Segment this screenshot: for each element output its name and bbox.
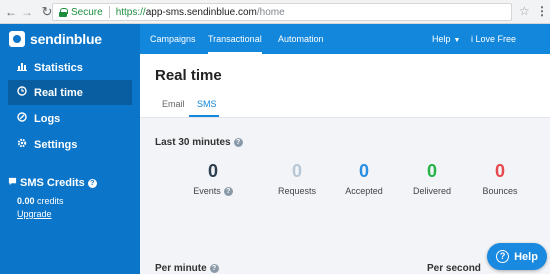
- page-header: Real time Email SMS: [140, 54, 550, 118]
- stat-delivered: 0 Delivered: [397, 161, 467, 196]
- gear-icon: [17, 138, 27, 151]
- top-navigation: Campaigns Transactional Automation Help ▼…: [140, 24, 550, 74]
- url-host: app-sms.sendinblue.com: [145, 6, 257, 18]
- stat-value: 0: [291, 161, 302, 181]
- stat-label: Delivered: [412, 186, 452, 196]
- help-question-icon[interactable]: ?: [233, 138, 243, 147]
- stat-value: 0: [358, 161, 369, 181]
- sms-credits-title: SMS Credits ?: [8, 177, 97, 189]
- help-question-icon[interactable]: ?: [223, 186, 233, 196]
- address-bar[interactable]: Secure https:// app-sms.sendinblue.com /…: [52, 3, 512, 21]
- lock-icon: [59, 7, 68, 17]
- page-title: Real time: [155, 67, 222, 84]
- help-question-icon[interactable]: ?: [209, 264, 219, 273]
- stat-label-text: Events: [193, 186, 221, 196]
- nav-campaigns[interactable]: Campaigns: [150, 24, 196, 54]
- stat-value: 0: [494, 161, 505, 181]
- sendinblue-logo-icon: [9, 31, 25, 47]
- main-content: Real time Email SMS Last 30 minutes ? 0 …: [140, 54, 550, 274]
- per-minute-label: Per minute: [155, 263, 207, 274]
- brand-name: sendinblue: [30, 31, 102, 47]
- stat-value: 0: [207, 161, 218, 181]
- help-button-label: Help: [514, 250, 538, 263]
- sms-credits-label: SMS Credits: [20, 177, 85, 189]
- per-second-title: Per second: [427, 263, 481, 274]
- question-icon: ?: [496, 250, 510, 263]
- help-question-icon[interactable]: ?: [87, 178, 97, 188]
- clock-icon: [17, 86, 27, 99]
- back-arrow-icon[interactable]: ←: [4, 3, 18, 21]
- credits-unit: credits: [34, 196, 64, 206]
- help-menu[interactable]: Help ▼: [432, 24, 460, 54]
- stat-requests: 0 Requests: [262, 161, 332, 196]
- forward-arrow-icon[interactable]: →: [20, 3, 34, 21]
- browser-toolbar: ← → ↻ Secure https:// app-sms.sendinblue…: [0, 0, 550, 24]
- last-30-minutes-title: Last 30 minutes ?: [155, 137, 243, 148]
- stat-bounces: 0 Bounces: [465, 161, 535, 196]
- sidebar-item-label: Settings: [34, 138, 78, 151]
- upgrade-link[interactable]: Upgrade: [17, 209, 52, 219]
- logs-icon: [17, 112, 27, 125]
- tab-sms[interactable]: SMS: [197, 99, 217, 109]
- sidebar-item-logs[interactable]: Logs: [8, 106, 132, 131]
- tab-email[interactable]: Email: [162, 99, 185, 109]
- sidebar: sendinblue Statistics Real time Logs Set…: [0, 24, 140, 274]
- sidebar-item-settings[interactable]: Settings: [8, 132, 132, 157]
- chevron-down-icon: ▼: [453, 37, 461, 44]
- stat-value: 0: [426, 161, 437, 181]
- stat-label: Bounces: [482, 186, 518, 196]
- stat-label: Accepted: [345, 186, 383, 196]
- nav-transactional[interactable]: Transactional: [208, 24, 262, 54]
- url-path: /home: [256, 6, 285, 18]
- active-tab-indicator: [189, 115, 219, 117]
- sms-icon: [8, 177, 17, 189]
- account-menu[interactable]: i Love Free Software▼: [471, 24, 550, 74]
- brand[interactable]: sendinblue: [0, 24, 140, 54]
- per-minute-title: Per minute ?: [155, 263, 219, 274]
- nav-automation[interactable]: Automation: [278, 24, 324, 54]
- stat-label: Events?: [178, 186, 248, 196]
- bookmark-star-icon[interactable]: ☆: [519, 4, 530, 18]
- bar-chart-icon: [17, 62, 27, 74]
- sidebar-item-label: Statistics: [34, 61, 83, 74]
- stat-accepted: 0 Accepted: [329, 161, 399, 196]
- sidebar-item-label: Logs: [34, 112, 61, 125]
- per-second-label: Per second: [427, 263, 481, 274]
- sidebar-item-statistics[interactable]: Statistics: [8, 55, 132, 80]
- help-menu-label: Help: [432, 34, 451, 44]
- stat-events: 0 Events?: [178, 161, 248, 196]
- address-divider: [108, 6, 110, 18]
- secure-label: Secure: [71, 6, 103, 18]
- sidebar-item-label: Real time: [34, 86, 83, 99]
- sidebar-item-real-time[interactable]: Real time: [8, 80, 132, 105]
- last-30-minutes-label: Last 30 minutes: [155, 137, 231, 148]
- stat-label: Requests: [277, 186, 317, 196]
- browser-menu-icon[interactable]: ⋮: [536, 4, 548, 18]
- url-scheme: https://: [115, 6, 146, 18]
- credits-amount: 0.00: [17, 196, 35, 206]
- help-button[interactable]: ? Help: [487, 243, 547, 270]
- credits-balance: 0.00 credits: [17, 196, 64, 206]
